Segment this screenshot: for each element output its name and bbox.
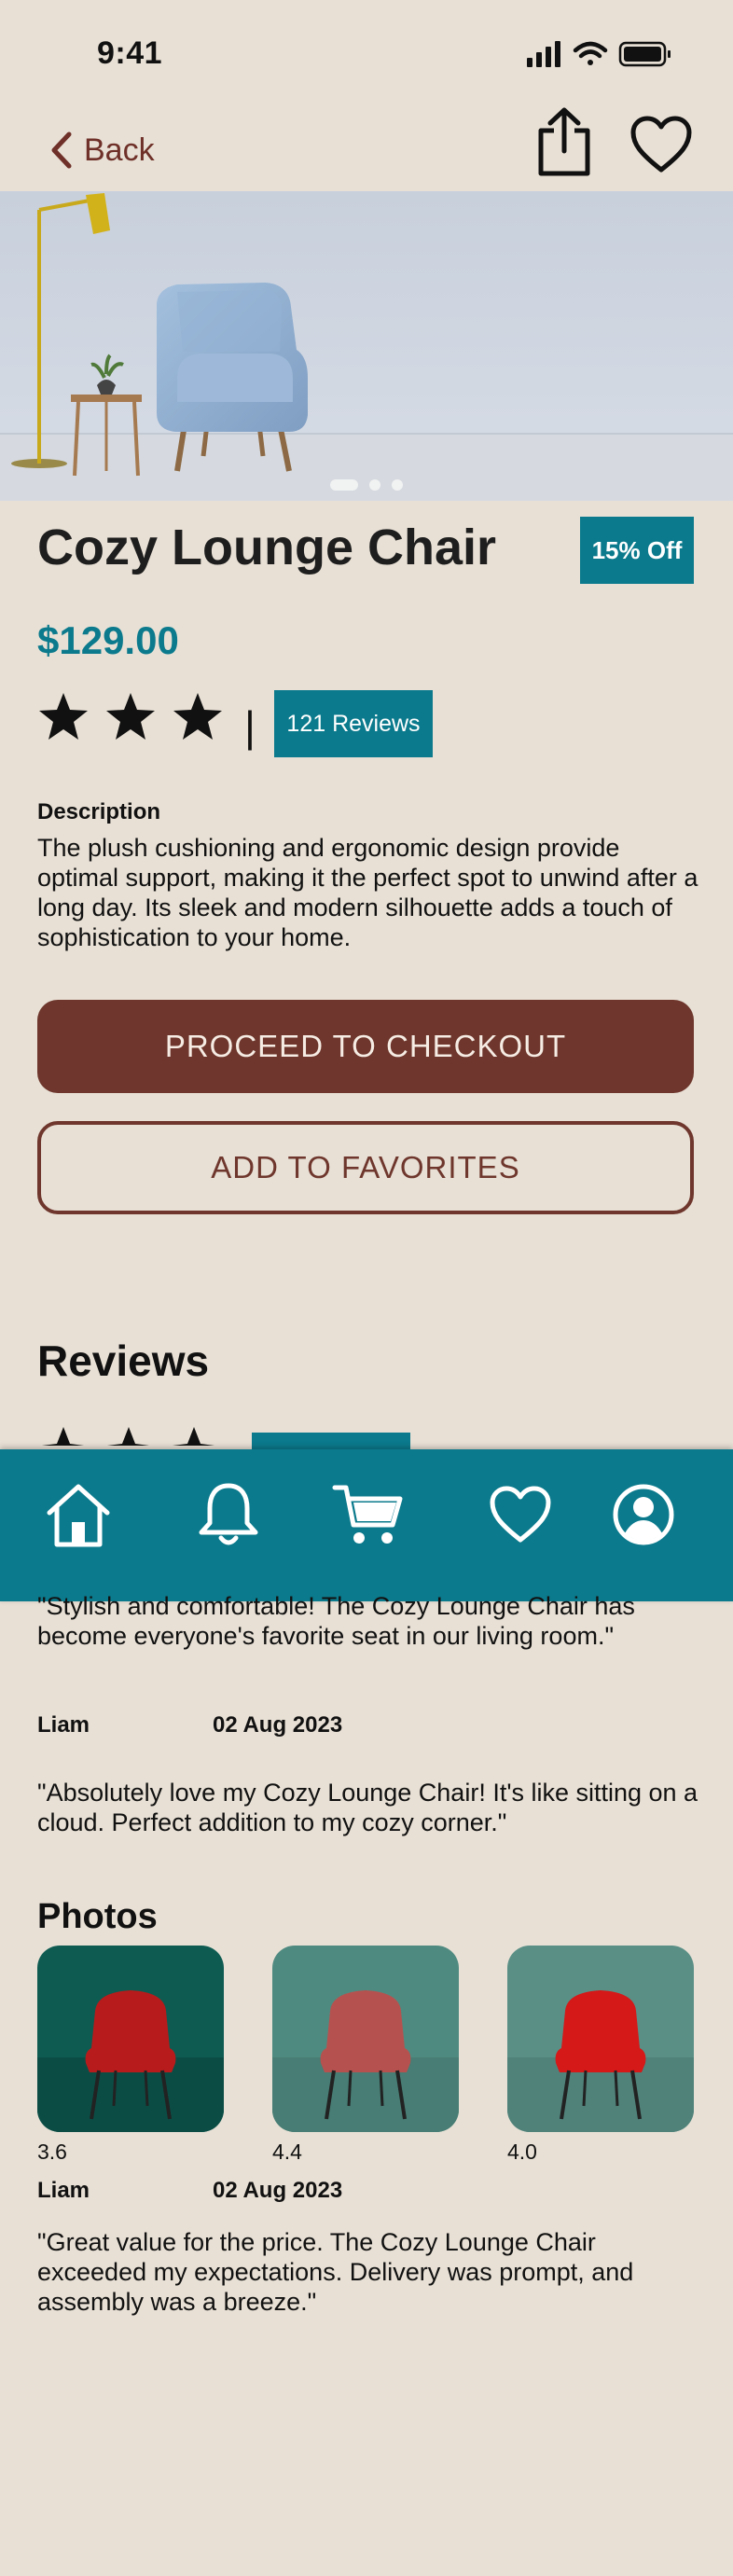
photo-rating: 4.0	[507, 2140, 537, 2164]
home-icon	[47, 1484, 110, 1547]
signal-icon	[527, 41, 560, 67]
carousel-dot[interactable]	[392, 479, 403, 491]
photo-rating: 4.4	[272, 2140, 302, 2164]
proceed-to-checkout-button[interactable]: PROCEED TO CHECKOUT	[37, 1000, 694, 1093]
profile-icon	[613, 1484, 674, 1545]
product-hero-image[interactable]	[0, 191, 733, 501]
review-text: "Great value for the price. The Cozy Lou…	[37, 2228, 634, 2316]
tab-favorites[interactable]	[483, 1477, 558, 1552]
bottom-tab-bar	[0, 1449, 733, 1601]
review-text: "Absolutely love my Cozy Lounge Chair! I…	[37, 1779, 698, 1836]
add-to-favorites-button[interactable]: ADD TO FAVORITES	[37, 1121, 694, 1214]
heart-icon[interactable]	[630, 116, 692, 173]
reviews-heading: Reviews	[37, 1336, 210, 1385]
tab-notifications[interactable]	[191, 1477, 266, 1552]
description-label: Description	[37, 799, 161, 824]
rating-separator: |	[244, 702, 256, 751]
rating-stars	[37, 691, 224, 743]
red-chair-photo	[507, 1946, 694, 2132]
reviewer-name: Liam	[37, 1712, 90, 1738]
cart-icon	[332, 1485, 403, 1544]
tab-profile[interactable]	[606, 1477, 681, 1552]
heart-icon	[490, 1486, 551, 1543]
description-text: The plush cushioning and ergonomic desig…	[37, 834, 698, 951]
review-photo[interactable]	[37, 1946, 224, 2132]
carousel-dots[interactable]	[0, 478, 733, 492]
tab-home[interactable]	[41, 1477, 116, 1552]
reviewer-name: Liam	[37, 2178, 90, 2203]
star-icon	[106, 693, 155, 740]
back-button[interactable]: Back	[50, 127, 155, 173]
reviews-count-button[interactable]: 121 Reviews	[274, 690, 433, 757]
star-icon	[39, 693, 88, 740]
red-chair-photo	[272, 1946, 459, 2132]
review-date: 02 Aug 2023	[213, 1712, 343, 1738]
battery-icon	[618, 41, 671, 67]
photo-rating: 3.6	[37, 2140, 67, 2164]
star-icon	[173, 693, 222, 740]
review-text: "Stylish and comfortable! The Cozy Loung…	[37, 1592, 635, 1650]
back-label: Back	[84, 132, 155, 168]
photos-heading: Photos	[37, 1897, 158, 1936]
product-price: $129.00	[37, 618, 179, 662]
review-photo[interactable]	[507, 1946, 694, 2132]
bell-icon	[199, 1483, 258, 1545]
carousel-dot[interactable]	[330, 479, 358, 491]
review-date: 02 Aug 2023	[213, 2178, 343, 2203]
status-icons	[527, 41, 671, 67]
share-icon[interactable]	[533, 106, 595, 177]
chevron-left-icon	[51, 132, 72, 169]
review-photo[interactable]	[272, 1946, 459, 2132]
discount-badge: 15% Off	[580, 517, 694, 584]
red-chair-photo	[37, 1946, 224, 2132]
status-time: 9:41	[97, 35, 163, 71]
carousel-dot[interactable]	[369, 479, 380, 491]
wifi-icon	[573, 41, 608, 65]
product-title: Cozy Lounge Chair	[37, 519, 497, 575]
tab-cart[interactable]	[331, 1477, 406, 1552]
